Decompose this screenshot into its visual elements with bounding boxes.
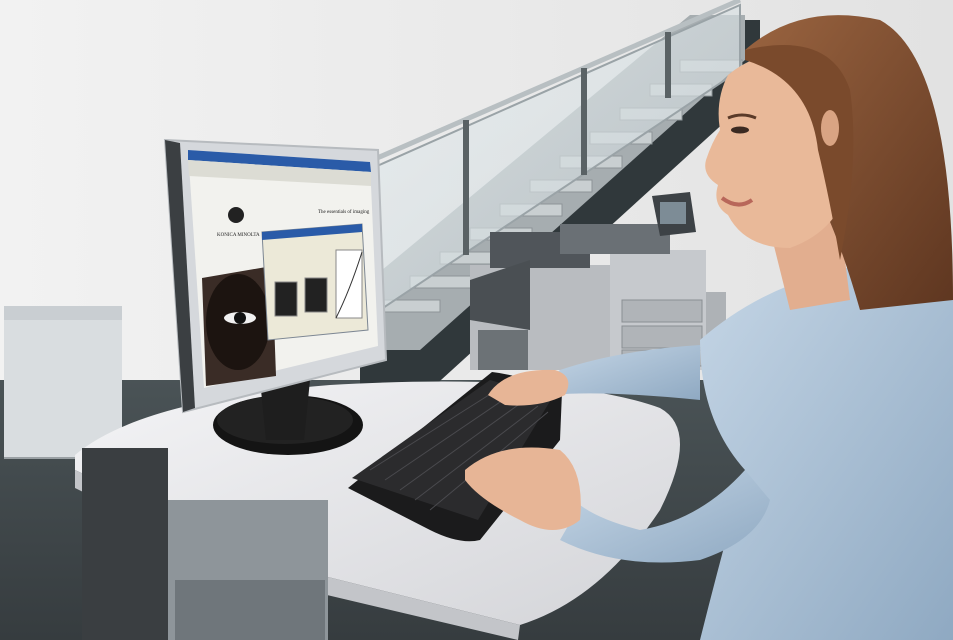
side-cabinet (4, 306, 122, 459)
screen-tagline: The essentials of imaging (318, 210, 370, 215)
photo-scene: KONICA MINOLTA The essentials of imaging (0, 0, 953, 640)
brand-logo (228, 207, 244, 223)
screen-brand-text: KONICA MINOLTA (217, 233, 260, 238)
